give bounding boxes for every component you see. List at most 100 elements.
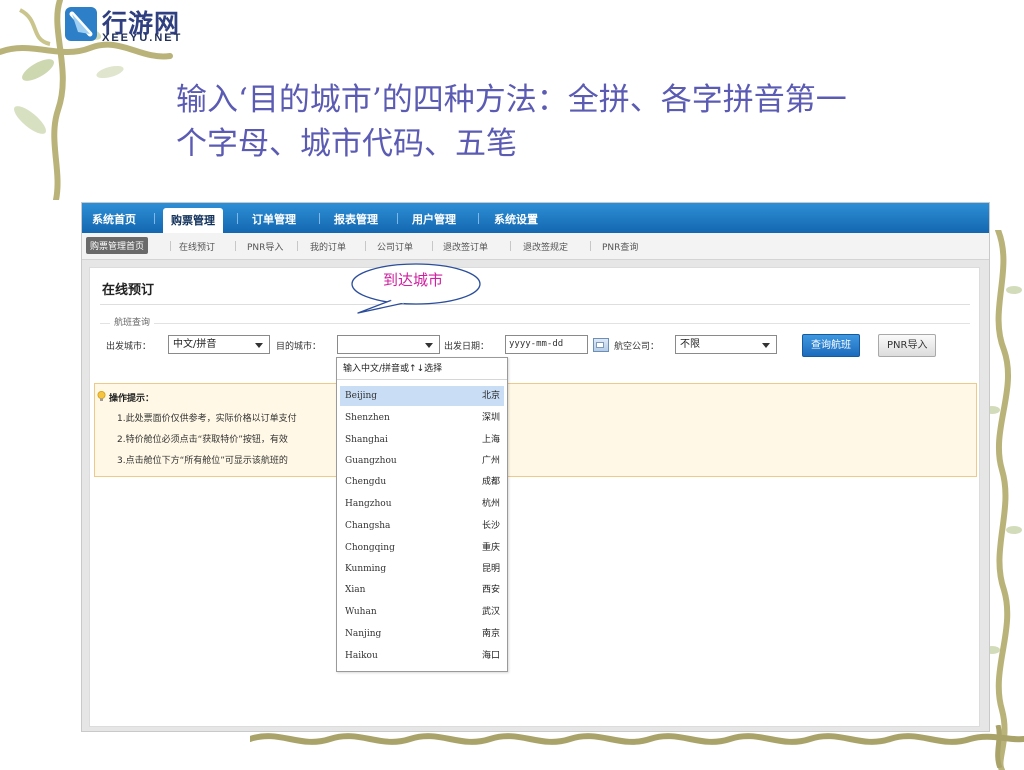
xeeyu-logo: 行游网 XEEYU.NET	[64, 2, 184, 46]
search-flights-button[interactable]: 查询航班	[802, 334, 860, 357]
city-option[interactable]: Haikou 海口	[340, 646, 504, 666]
tab-user-management[interactable]: 用户管理	[412, 211, 456, 227]
city-pinyin: Kunming	[345, 564, 387, 574]
nav-divider	[237, 213, 238, 224]
subnav-divider	[170, 241, 171, 251]
city-option[interactable]: Wuhan 武汉	[340, 602, 504, 622]
tip-item: 3.点击舱位下方“所有舱位”可显示该航班的	[117, 456, 288, 466]
chevron-down-icon	[762, 343, 770, 348]
city-pinyin: Xian	[345, 585, 366, 595]
city-name: 南京	[481, 629, 500, 639]
nav-divider	[478, 213, 479, 224]
operation-tips-box: 操作提示： 1.此处票面价仅供参考，实际价格以订单支付 2.特价舱位必须点击“获…	[94, 383, 977, 477]
city-name: 昆明	[481, 564, 500, 574]
tab-order-management[interactable]: 订单管理	[252, 211, 296, 227]
city-name: 北京	[481, 391, 500, 401]
dropdown-hint: 输入中文/拼音或↑↓选择	[337, 358, 507, 380]
slide-title: 输入‘目的城市’的四种方法：全拼、各字拼音第一个字母、城市代码、五笔	[176, 82, 847, 162]
tab-home[interactable]: 系统首页	[92, 211, 136, 227]
city-pinyin: Beijing	[345, 391, 378, 401]
sub-nav-bar: 购票管理首页 在线预订 PNR导入 我的订单 公司订单 退改签订单 退改签规定 …	[82, 233, 989, 260]
city-option[interactable]: Xian 西安	[340, 580, 504, 600]
nav-divider	[319, 213, 320, 224]
city-name: 成都	[481, 477, 500, 487]
paper-plane-logo-icon	[65, 7, 97, 41]
subnav-divider	[590, 241, 591, 251]
city-option[interactable]: Shanghai 上海	[340, 430, 504, 450]
nav-divider	[397, 213, 398, 224]
tips-heading: 操作提示：	[109, 394, 155, 404]
chevron-down-icon	[255, 343, 263, 348]
city-name: 长沙	[481, 521, 500, 531]
subnav-pnr-query[interactable]: PNR查询	[602, 240, 638, 253]
dest-city-select[interactable]	[337, 335, 440, 354]
subnav-my-orders[interactable]: 我的订单	[310, 240, 346, 253]
city-pinyin: Shenzhen	[345, 413, 390, 423]
subnav-divider	[365, 241, 366, 251]
main-nav-bar: 系统首页 购票管理 订单管理 报表管理 用户管理 系统设置	[82, 203, 989, 233]
subnav-refund-orders[interactable]: 退改签订单	[443, 240, 488, 253]
subnav-ticket-home[interactable]: 购票管理首页	[86, 237, 149, 254]
city-option[interactable]: Chongqing 重庆	[340, 538, 504, 558]
city-pinyin: Guangzhou	[345, 456, 397, 466]
vine-decoration-right	[984, 230, 1022, 770]
title-divider	[100, 304, 970, 305]
city-option[interactable]: Changsha 长沙	[340, 516, 504, 536]
city-option[interactable]: Hangzhou 杭州	[340, 494, 504, 514]
city-pinyin: Wuhan	[345, 607, 377, 617]
subnav-divider	[510, 241, 511, 251]
city-option[interactable]: Beijing 北京	[340, 386, 504, 406]
city-option[interactable]: Guangzhou 广州	[340, 451, 504, 471]
city-pinyin: Shanghai	[345, 435, 388, 445]
subnav-online-booking[interactable]: 在线预订	[179, 240, 215, 253]
tip-item: 2.特价舱位必须点击“获取特价”按钮，有效	[117, 435, 288, 445]
subnav-divider	[297, 241, 298, 251]
city-name: 武汉	[481, 607, 500, 617]
city-name: 重庆	[481, 543, 500, 553]
airline-label: 航空公司：	[614, 342, 660, 352]
city-pinyin: Chengdu	[345, 477, 387, 487]
city-pinyin: Changsha	[345, 521, 391, 531]
panel-title: 在线预订	[102, 283, 155, 298]
depart-date-label: 出发日期：	[444, 342, 490, 352]
tab-report-management[interactable]: 报表管理	[334, 211, 378, 227]
city-pinyin: Hangzhou	[345, 499, 392, 509]
city-name: 上海	[481, 435, 500, 445]
subnav-divider	[432, 241, 433, 251]
chevron-down-icon	[425, 343, 433, 348]
subnav-divider	[235, 241, 236, 251]
tab-system-settings[interactable]: 系统设置	[494, 211, 538, 227]
city-pinyin: Haikou	[345, 651, 378, 661]
subnav-refund-rules[interactable]: 退改签规定	[523, 240, 568, 253]
city-name: 杭州	[481, 499, 500, 509]
lightbulb-icon	[97, 391, 106, 401]
subnav-company-orders[interactable]: 公司订单	[377, 240, 413, 253]
city-option[interactable]: Kunming 昆明	[340, 559, 504, 579]
airline-value: 不限	[680, 339, 700, 350]
subnav-pnr-import[interactable]: PNR导入	[247, 240, 283, 253]
city-dropdown-list[interactable]: 输入中文/拼音或↑↓选择 Beijing 北京 Shenzhen 深圳 Shangh…	[336, 357, 508, 672]
city-name: 海口	[481, 651, 500, 661]
online-booking-panel: 在线预订 航班查询 出发城市： 中文/拼音 目的城市： 出发日期： yyyy-m…	[89, 267, 980, 727]
depart-city-select[interactable]: 中文/拼音	[168, 335, 270, 354]
city-option[interactable]: Shenzhen 深圳	[340, 408, 504, 428]
booking-app-window: 系统首页 购票管理 订单管理 报表管理 用户管理 系统设置 购票管理首页 在线预…	[81, 202, 990, 732]
city-option[interactable]: Chengdu 成都	[340, 472, 504, 492]
nav-divider	[154, 213, 155, 224]
airline-select[interactable]: 不限	[675, 335, 777, 354]
depart-date-input[interactable]: yyyy-mm-dd	[505, 335, 588, 354]
depart-city-label: 出发城市：	[106, 342, 152, 352]
city-pinyin: Nanjing	[345, 629, 382, 639]
city-option[interactable]: Nanjing 南京	[340, 624, 504, 644]
tip-item: 1.此处票面价仅供参考，实际价格以订单支付	[117, 414, 297, 424]
pnr-import-button[interactable]: PNR导入	[878, 334, 937, 357]
flight-search-legend: 航班查询	[110, 315, 155, 328]
city-name: 广州	[481, 456, 500, 466]
callout-text: 到达城市	[382, 271, 443, 289]
flight-search-fieldset-border	[100, 323, 970, 324]
tab-ticket-management[interactable]: 购票管理	[163, 208, 223, 233]
city-pinyin: Chongqing	[345, 543, 395, 553]
logo-subtext: XEEYU.NET	[102, 32, 183, 44]
calendar-icon[interactable]	[593, 338, 609, 352]
city-name: 深圳	[481, 413, 500, 423]
